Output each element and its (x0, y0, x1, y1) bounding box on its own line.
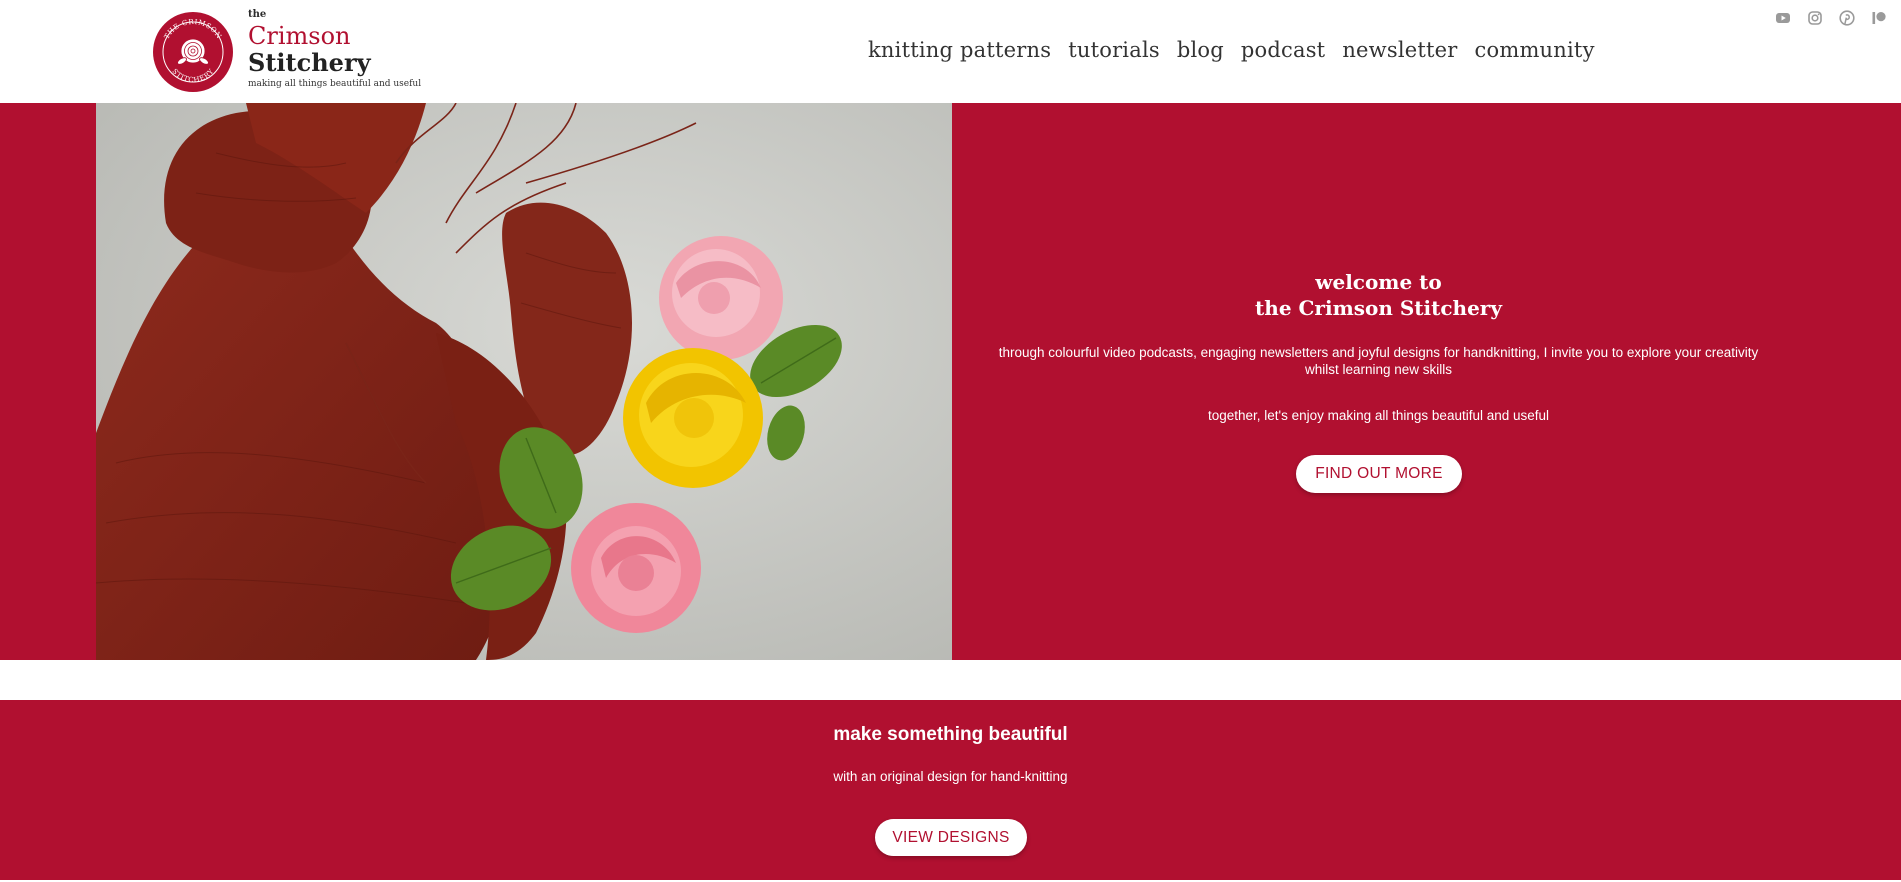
hero-tagline-text: together, let's enjoy making all things … (1207, 408, 1550, 423)
hero-panel: welcome to the Crimson Stitchery through… (952, 103, 1805, 660)
rose-badge-icon: THE CRIMSON STITCHERY (153, 12, 233, 92)
logo-name-stitchery: Stitchery (248, 48, 371, 77)
hero-heading-line1: welcome to (1315, 270, 1442, 294)
youtube-icon[interactable] (1775, 10, 1791, 26)
designs-section-subtitle: with an original design for hand-knittin… (833, 769, 1068, 784)
knitted-sweater-with-roses-photo (96, 103, 952, 660)
site-header: THE CRIMSON STITCHERY the Crimson Stitch… (0, 0, 1901, 103)
social-links (1775, 10, 1887, 26)
instagram-icon[interactable] (1807, 10, 1823, 26)
find-out-more-button[interactable]: FIND OUT MORE (1296, 455, 1462, 493)
designs-section: make something beautiful with an origina… (0, 700, 1901, 880)
nav-item-podcast[interactable]: podcast (1241, 38, 1325, 62)
nav-item-tutorials[interactable]: tutorials (1068, 38, 1160, 62)
hero-heading-line2: the Crimson Stitchery (1255, 296, 1502, 320)
site-logo[interactable]: THE CRIMSON STITCHERY the Crimson Stitch… (152, 9, 422, 94)
pinterest-icon[interactable] (1839, 10, 1855, 26)
nav-item-blog[interactable]: blog (1177, 38, 1224, 62)
designs-section-title: make something beautiful (833, 724, 1068, 745)
nav-item-newsletter[interactable]: newsletter (1342, 38, 1457, 62)
logo-the: the (248, 9, 267, 20)
patreon-icon[interactable] (1871, 10, 1887, 26)
main-nav: knitting patterns tutorials blog podcast… (868, 34, 1595, 66)
hero-heading: welcome to the Crimson Stitchery (952, 269, 1805, 321)
logo-tagline: making all things beautiful and useful (248, 79, 422, 89)
logo-name-crimson: Crimson (248, 22, 351, 50)
nav-item-community[interactable]: community (1475, 38, 1595, 62)
view-designs-button[interactable]: VIEW DESIGNS (875, 819, 1027, 856)
nav-item-knitting-patterns[interactable]: knitting patterns (868, 38, 1051, 62)
hero-intro-text: through colourful video podcasts, engagi… (998, 345, 1759, 377)
hero-section: welcome to the Crimson Stitchery through… (0, 103, 1901, 660)
